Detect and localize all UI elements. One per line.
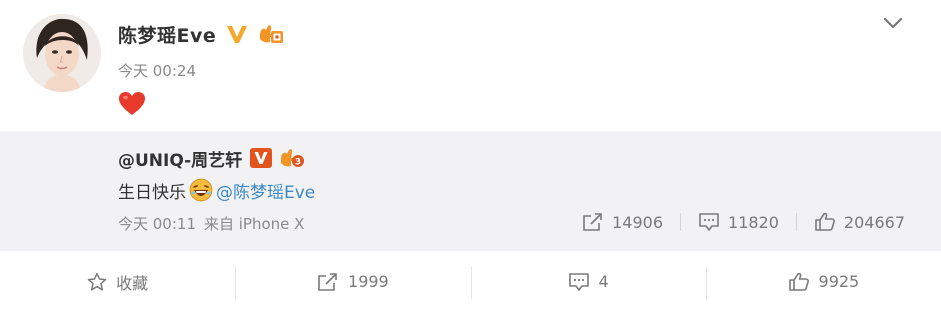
author-row: 陈梦瑶Eve bbox=[118, 20, 285, 48]
repost-like-button[interactable]: 204667 bbox=[814, 212, 905, 232]
comment-count: 4 bbox=[598, 272, 609, 291]
like-count: 9925 bbox=[818, 272, 860, 291]
laughing-face-icon bbox=[188, 178, 214, 202]
reposted-original[interactable]: @UNIQ-周艺轩 3 生日快乐 @陈梦瑶Eve 今天 00:11 来自 iPh… bbox=[0, 131, 941, 251]
repost-user-row: @UNIQ-周艺轩 3 bbox=[118, 145, 305, 171]
repost-source: 来自 iPhone X bbox=[204, 215, 305, 233]
favorite-label: 收藏 bbox=[116, 273, 149, 293]
mention-link[interactable]: @陈梦瑶Eve bbox=[216, 178, 315, 203]
repost-meta: 今天 00:11 来自 iPhone X bbox=[118, 213, 304, 234]
forward-button[interactable]: 1999 bbox=[235, 251, 470, 312]
svg-text:3: 3 bbox=[295, 158, 301, 168]
avatar[interactable] bbox=[23, 14, 101, 92]
like-button[interactable]: 9925 bbox=[705, 251, 941, 312]
thumbs-up-icon bbox=[788, 272, 809, 291]
forward-icon bbox=[583, 213, 602, 231]
chevron-down-icon[interactable] bbox=[880, 12, 906, 34]
forward-count: 1999 bbox=[348, 272, 389, 291]
post-time: 今天 00:24 bbox=[118, 62, 196, 80]
fan-badge-icon: 3 bbox=[279, 147, 305, 169]
divider bbox=[680, 213, 682, 231]
repost-comment-button[interactable]: 11820 bbox=[698, 212, 779, 232]
repost-forward-count: 14906 bbox=[612, 212, 664, 232]
action-bar: 收藏 1999 4 9925 bbox=[0, 251, 941, 312]
author-name[interactable]: 陈梦瑶Eve bbox=[118, 21, 216, 48]
repost-forward-button[interactable]: 14906 bbox=[582, 212, 663, 232]
favorite-button[interactable]: 收藏 bbox=[0, 251, 235, 312]
comment-icon bbox=[568, 272, 589, 291]
comment-button[interactable]: 4 bbox=[470, 251, 706, 312]
repost-comment-count: 11820 bbox=[728, 212, 779, 232]
repost-user-link[interactable]: @UNIQ-周艺轩 bbox=[118, 146, 242, 171]
weibo-post: 陈梦瑶Eve 今天 00:24 @UNIQ-周艺轩 3 生日快乐 @陈梦瑶Eve… bbox=[0, 0, 941, 312]
divider bbox=[795, 213, 797, 231]
forward-icon bbox=[318, 272, 337, 291]
repost-text: 生日快乐 bbox=[118, 182, 186, 203]
repost-content: 生日快乐 @陈梦瑶Eve bbox=[118, 177, 315, 203]
repost-like-count: 204667 bbox=[843, 212, 905, 232]
verified-badge-icon bbox=[250, 148, 273, 168]
repost-time: 今天 00:11 bbox=[118, 215, 196, 233]
star-icon bbox=[87, 272, 107, 291]
post-content bbox=[118, 91, 146, 121]
thumbs-up-icon bbox=[815, 212, 835, 231]
fan-badge-icon bbox=[257, 23, 285, 45]
verified-v-icon bbox=[226, 24, 248, 44]
comment-icon bbox=[699, 213, 719, 231]
heart-icon bbox=[119, 92, 145, 115]
repost-stats: 14906 11820 204667 bbox=[582, 212, 905, 232]
